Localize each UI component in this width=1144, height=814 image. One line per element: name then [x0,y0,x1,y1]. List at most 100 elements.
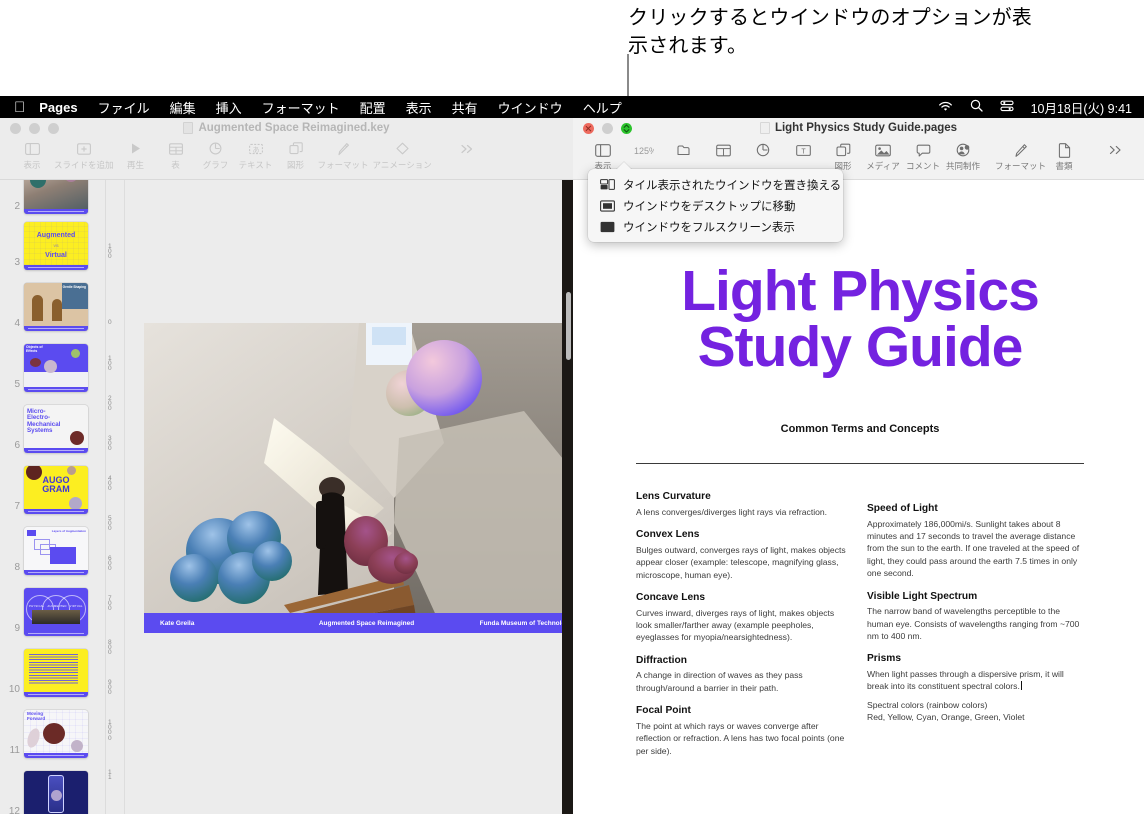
term-heading: Lens Curvature [636,491,711,502]
current-slide[interactable]: Kate Greila Augmented Space Reimagined F… [144,323,573,633]
slide-thumbnail-9[interactable]: 9 PHYSICAL AUGMENTED VIRTUAL [8,588,88,636]
document-right-column[interactable]: Speed of Light Approximately 186,000mi/s… [867,502,1081,724]
document-title-line2: Study Guide [697,315,1024,380]
thumbnail[interactable]: Layers of Augmentation [24,527,88,575]
menu-item-pages[interactable]: Pages [39,100,77,115]
slide-footer-org: Funda Museum of Technology [479,619,573,627]
pages-toolbar-comment-button[interactable]: コメント [903,141,943,172]
pages-toolbar-shape-button[interactable]: 図形 [823,141,863,172]
zoom-button[interactable] [621,123,632,134]
menu-item-file[interactable]: ファイル [98,98,150,117]
minimize-button[interactable] [29,123,40,134]
pages-toolbar-chart-button[interactable] [743,141,783,159]
shape-icon [288,140,303,157]
ruler-mark: 400 [108,475,112,493]
thumbnail[interactable]: Gentle Shaping [24,283,88,331]
toolbar-text-button[interactable]: あ テキスト [238,140,274,171]
thumbnail[interactable]: AUGO GRAM [24,466,88,514]
pages-titlebar[interactable]: Light Physics Study Guide.pages [573,118,1144,138]
pages-toolbar-overflow-button[interactable] [1096,141,1136,159]
menu-item-edit[interactable]: 編集 [170,98,196,117]
pages-toolbar-document-button[interactable]: 書類 [1044,141,1084,172]
slide-navigator[interactable]: 2 3 Augmented VS Virtual 4 Gentle Shapin… [0,180,106,814]
format-brush-icon [1013,141,1028,159]
thumbnail[interactable]: Moving Forward [24,710,88,758]
pages-toolbar: 表示 125% T [573,138,1144,242]
vertical-ruler[interactable]: 100 0 100 200 300 400 500 600 700 800 90… [106,180,125,814]
slide-canvas[interactable]: Kate Greila Augmented Space Reimagined F… [125,180,573,814]
menu-item-view[interactable]: 表示 [406,98,432,117]
svg-text:あ: あ [252,146,259,154]
spectral-colors-line2: Red, Yellow, Cyan, Orange, Green, Violet [867,712,1025,723]
slide-thumbnail-11[interactable]: 11 Moving Forward [8,710,88,758]
thumbnail[interactable]: Objects of Effects [24,344,88,392]
pages-toolbar-collaborate-button[interactable]: 共同制作 [943,141,983,172]
slide-thumbnail-7[interactable]: 7 AUGO GRAM [8,466,88,514]
pages-toolbar-zoom-button[interactable]: 125% [623,141,663,159]
thumbnail[interactable]: Augmented VS Virtual [24,222,88,270]
toolbar-chart-button[interactable]: グラフ [198,140,234,171]
slide-thumbnail-5[interactable]: 5 Objects of Effects [8,344,88,392]
menubar-clock[interactable]: 10月18日(火) 9:41 [1031,98,1132,117]
pages-doc-icon [759,122,770,134]
toolbar-overflow-button[interactable] [450,140,486,157]
thumbnail[interactable] [24,649,88,697]
slide-thumbnail-2[interactable]: 2 [8,180,88,214]
slide-thumbnail-6[interactable]: 6 Micro- Electro- Mechanical Systems [8,405,88,453]
pages-document-canvas[interactable]: Light Physics Study Guide Common Terms a… [573,180,1144,814]
slide-thumbnail-10[interactable]: 10 [8,649,88,697]
toolbar-view-button[interactable]: 表示 [14,140,50,171]
menu-item-format[interactable]: フォーマット [262,98,340,117]
toolbar-table-button[interactable]: 表 [158,140,194,171]
window-options-menu[interactable]: タイル表示されたウインドウを置き換える ウインドウをデスクトップに移動 ウインド… [588,169,843,242]
search-icon[interactable] [970,99,983,115]
slide-thumbnail-12[interactable]: 12 [8,771,88,814]
slide-thumbnail-8[interactable]: 8 Layers of Augmentation [8,527,88,575]
term-heading: Prisms [867,653,901,665]
overflow-chevrons-icon [1108,141,1124,159]
pages-toolbar-text-button[interactable]: T [783,141,823,159]
toolbar-animate-button[interactable]: アニメーション [373,140,432,171]
document-left-column[interactable]: Lens Curvature A lens converges/diverges… [636,490,850,767]
term-heading: Speed of Light [867,503,938,514]
pages-toolbar-table-button[interactable] [703,141,743,159]
menu-item-help[interactable]: ヘルプ [583,98,622,117]
minimize-button[interactable] [602,123,613,134]
apple-menu-icon[interactable]:  [14,100,25,115]
slide-thumbnail-3[interactable]: 3 Augmented VS Virtual [8,222,88,270]
keynote-traffic-lights[interactable] [10,123,59,134]
pages-toolbar-insert-button[interactable] [663,141,703,159]
thumbnail[interactable] [24,180,88,214]
menu-item-enter-fullscreen[interactable]: ウインドウをフルスクリーン表示 [588,216,843,237]
toolbar-format-button[interactable]: フォーマット [318,140,369,171]
toolbar-play-button[interactable]: 再生 [118,140,154,171]
document-title[interactable]: Light Physics Study Guide [625,262,1095,380]
menu-item-share[interactable]: 共有 [452,98,478,117]
thumbnail[interactable]: PHYSICAL AUGMENTED VIRTUAL [24,588,88,636]
pages-toolbar-format-button[interactable]: フォーマット [995,141,1046,172]
keynote-titlebar[interactable]: Augmented Space Reimagined.key [0,118,573,138]
menu-item-move-window-to-desktop[interactable]: ウインドウをデスクトップに移動 [588,195,843,216]
pages-toolbar-media-button[interactable]: メディア [863,141,903,172]
close-button[interactable] [583,123,594,134]
slide-thumbnail-4[interactable]: 4 Gentle Shaping [8,283,88,331]
thumbnail[interactable]: Micro- Electro- Mechanical Systems [24,405,88,453]
menu-item-arrange[interactable]: 配置 [360,98,386,117]
menu-item-insert[interactable]: 挿入 [216,98,242,117]
close-button[interactable] [10,123,21,134]
toolbar-add-slide-button[interactable]: スライドを追加 [54,140,114,171]
sidebar-icon [24,140,40,157]
term-heading: Convex Lens [636,529,700,541]
toolbar-shape-button[interactable]: 図形 [278,140,314,171]
zoom-button[interactable] [48,123,59,134]
toolbar-animate-label: アニメーション [372,160,432,170]
slide-number: 6 [14,440,20,451]
menu-item-window[interactable]: ウインドウ [498,98,563,117]
menu-item-replace-tiled-window[interactable]: タイル表示されたウインドウを置き換える [588,174,843,195]
vertical-scrollbar[interactable] [565,292,571,360]
slide-photo [144,323,573,633]
thumbnail[interactable] [24,771,88,814]
control-center-icon[interactable] [1000,100,1014,115]
wifi-icon[interactable] [938,100,953,115]
pages-traffic-lights[interactable] [583,123,632,134]
